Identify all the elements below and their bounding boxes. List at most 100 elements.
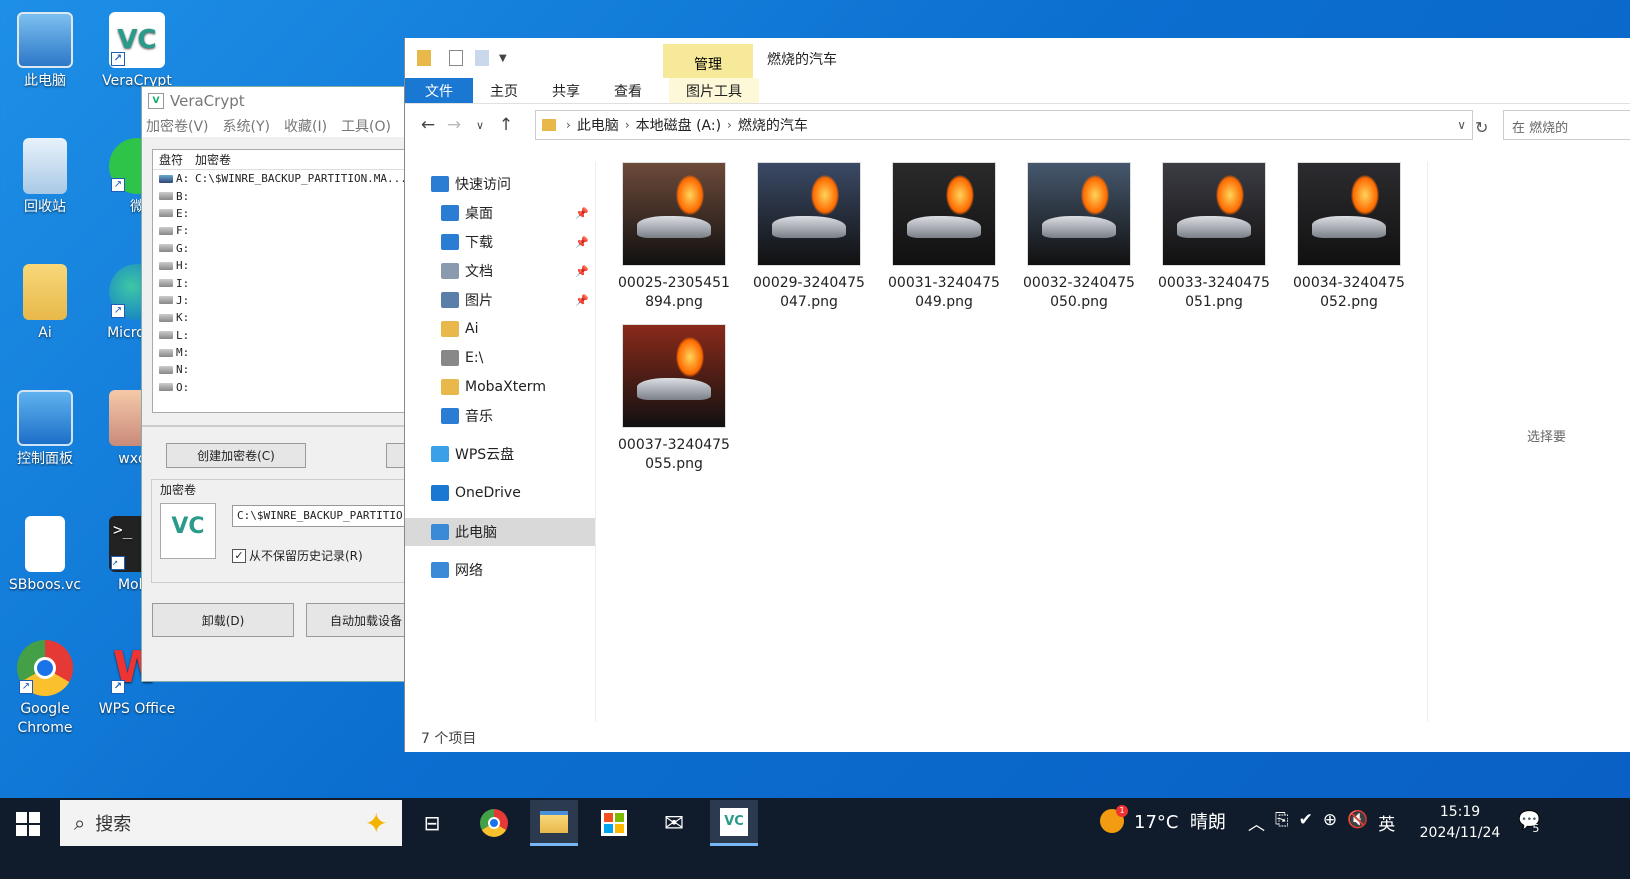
pin-icon[interactable]: 📌	[575, 207, 589, 220]
sidebar-item[interactable]: 音乐	[405, 402, 595, 430]
sidebar-item[interactable]: WPS云盘	[405, 440, 595, 468]
sidebar-item[interactable]: 文档 📌	[405, 257, 595, 285]
weather-widget[interactable]: 1 17°C 晴朗	[1100, 805, 1226, 834]
globe-icon[interactable]: ⊕	[1323, 810, 1337, 835]
sidebar-item[interactable]: 此电脑	[405, 518, 595, 546]
recent-locations-chevron-icon[interactable]: ∨	[467, 119, 493, 132]
sidebar-item[interactable]: 桌面 📌	[405, 199, 595, 227]
chevron-right-icon[interactable]: ›	[727, 118, 732, 132]
tab-home[interactable]: 主页	[473, 78, 535, 103]
chevron-right-icon[interactable]: ›	[625, 118, 630, 132]
chrome-taskbar-icon[interactable]	[470, 800, 518, 846]
sidebar-item[interactable]: 快速访问	[405, 170, 595, 198]
drive-row[interactable]: G:	[153, 240, 421, 257]
forward-arrow-icon[interactable]: →	[441, 115, 467, 135]
file-item[interactable]: 00037-3240475 055.png	[609, 324, 739, 474]
sidebar-item[interactable]: E:\	[405, 344, 595, 372]
pin-icon[interactable]: 📌	[575, 265, 589, 278]
desktop-icon-recycle-bin[interactable]: 回收站	[3, 138, 87, 217]
tab-share[interactable]: 共享	[535, 78, 597, 103]
mail-taskbar-icon[interactable]: ✉	[650, 800, 698, 846]
drive-row[interactable]: L:	[153, 327, 421, 344]
folder-icon[interactable]	[417, 50, 431, 66]
file-explorer-window[interactable]: ▼ 管理 燃烧的汽车 文件 主页 共享 查看 图片工具 ← → ∨ ↑ › 此电…	[404, 38, 1630, 752]
sidebar-item[interactable]: 图片 📌	[405, 286, 595, 314]
create-volume-button[interactable]: 创建加密卷(C)	[166, 443, 306, 468]
file-item[interactable]: 00034-3240475 052.png	[1284, 162, 1414, 312]
menu-system[interactable]: 系统(Y)	[223, 116, 270, 136]
ime-indicator[interactable]: 英	[1378, 810, 1395, 835]
clock[interactable]: 15:19 2024/11/24	[1418, 802, 1502, 844]
pin-icon[interactable]: 📌	[575, 294, 589, 307]
desktop-icon-this-pc[interactable]: 此电脑	[3, 12, 87, 91]
checkbox-checked-icon[interactable]: ✓	[232, 548, 246, 563]
pin-icon[interactable]: 📌	[575, 236, 589, 249]
file-item[interactable]: 00031-3240475 049.png	[879, 162, 1009, 312]
notification-center-icon[interactable]: 💬5	[1518, 810, 1547, 835]
never-save-history-checkbox[interactable]: ✓ 从不保留历史记录(R)	[232, 547, 363, 564]
drive-list[interactable]: 盘符 加密卷 A: C:\$WINRE_BACKUP_PARTITION.MA..…	[152, 149, 422, 413]
menu-volumes[interactable]: 加密卷(V)	[146, 116, 209, 136]
sidebar-item[interactable]: 网络	[405, 556, 595, 584]
veracrypt-tray-icon[interactable]: ✔	[1299, 810, 1313, 835]
drive-row[interactable]: J:	[153, 292, 421, 309]
file-item[interactable]: 00025-2305451 894.png	[609, 162, 739, 312]
file-item[interactable]: 00029-3240475 047.png	[744, 162, 874, 312]
file-item[interactable]: 00033-3240475 051.png	[1149, 162, 1279, 312]
veracrypt-titlebar[interactable]: V VeraCrypt	[142, 87, 420, 115]
desktop-icon-control-panel[interactable]: 控制面板	[3, 390, 87, 469]
sidebar-item[interactable]: Ai	[405, 315, 595, 343]
column-drive[interactable]: 盘符	[153, 151, 195, 168]
chevron-down-icon[interactable]: ∨	[1457, 118, 1466, 132]
desktop-icon-sbboos[interactable]: SBboos.vc	[3, 516, 87, 595]
veracrypt-window[interactable]: V VeraCrypt 加密卷(V) 系统(Y) 收藏(I) 工具(O) 设 盘…	[141, 86, 432, 682]
tab-manage[interactable]: 管理	[663, 44, 753, 78]
drive-row[interactable]: K:	[153, 309, 421, 326]
sidebar-item[interactable]: OneDrive	[405, 479, 595, 507]
taskbar-search[interactable]: ⌕ 搜索 ✦	[60, 800, 402, 846]
up-arrow-icon[interactable]: ↑	[493, 115, 519, 135]
sparkle-icon[interactable]: ✦	[365, 807, 388, 840]
tab-picture-tools[interactable]: 图片工具	[669, 78, 759, 103]
menu-favorites[interactable]: 收藏(I)	[284, 116, 327, 136]
drive-row[interactable]: M:	[153, 344, 421, 361]
drive-row[interactable]: O:	[153, 379, 421, 396]
back-arrow-icon[interactable]: ←	[415, 115, 441, 135]
file-explorer-taskbar-icon[interactable]	[530, 800, 578, 846]
breadcrumb-local-disk[interactable]: 本地磁盘 (A:)	[636, 115, 721, 135]
file-item[interactable]: 00032-3240475 050.png	[1014, 162, 1144, 312]
veracrypt-taskbar-icon[interactable]: VC	[710, 800, 758, 846]
tab-file[interactable]: 文件	[405, 78, 473, 103]
volume-path-input[interactable]: C:\$WINRE_BACKUP_PARTITIO	[232, 505, 432, 527]
search-input[interactable]: 在 燃烧的	[1503, 110, 1630, 140]
drive-row[interactable]: E:	[153, 205, 421, 222]
task-view-icon[interactable]: ⊟	[408, 800, 456, 846]
desktop-icon-ai-folder[interactable]: Ai	[3, 264, 87, 343]
dismount-button[interactable]: 卸载(D)	[152, 603, 294, 637]
chevron-right-icon[interactable]: ›	[566, 118, 571, 132]
network-status-icon[interactable]: ⎘	[1275, 810, 1289, 835]
drive-row[interactable]: A: C:\$WINRE_BACKUP_PARTITION.MA...	[153, 170, 421, 187]
drive-row[interactable]: I:	[153, 274, 421, 291]
drive-row[interactable]: N:	[153, 361, 421, 378]
new-folder-icon[interactable]	[475, 50, 489, 66]
column-volume[interactable]: 加密卷	[195, 151, 231, 168]
address-bar[interactable]: › 此电脑 › 本地磁盘 (A:) › 燃烧的汽车 ∨	[535, 110, 1473, 140]
refresh-icon[interactable]: ↻	[1475, 118, 1488, 137]
speaker-muted-icon[interactable]: 🔇	[1347, 810, 1368, 835]
breadcrumb-current-folder[interactable]: 燃烧的汽车	[738, 115, 808, 135]
drive-row[interactable]: H:	[153, 257, 421, 274]
breadcrumb-this-pc[interactable]: 此电脑	[577, 115, 619, 135]
store-taskbar-icon[interactable]	[590, 800, 638, 846]
show-hidden-icons-chevron-icon[interactable]: ︿	[1248, 810, 1265, 835]
menu-tools[interactable]: 工具(O)	[341, 116, 391, 136]
properties-icon[interactable]	[449, 50, 463, 66]
drive-row[interactable]: F:	[153, 222, 421, 239]
desktop-icon-chrome[interactable]: ↗ Google Chrome	[3, 640, 87, 738]
chevron-down-icon[interactable]: ▼	[499, 53, 507, 64]
sidebar-item[interactable]: 下载 📌	[405, 228, 595, 256]
drive-row[interactable]: B:	[153, 187, 421, 204]
desktop-icon-veracrypt[interactable]: VC ↗ VeraCrypt	[95, 12, 179, 91]
windows-start-icon[interactable]	[16, 812, 40, 836]
sidebar-item[interactable]: MobaXterm	[405, 373, 595, 401]
